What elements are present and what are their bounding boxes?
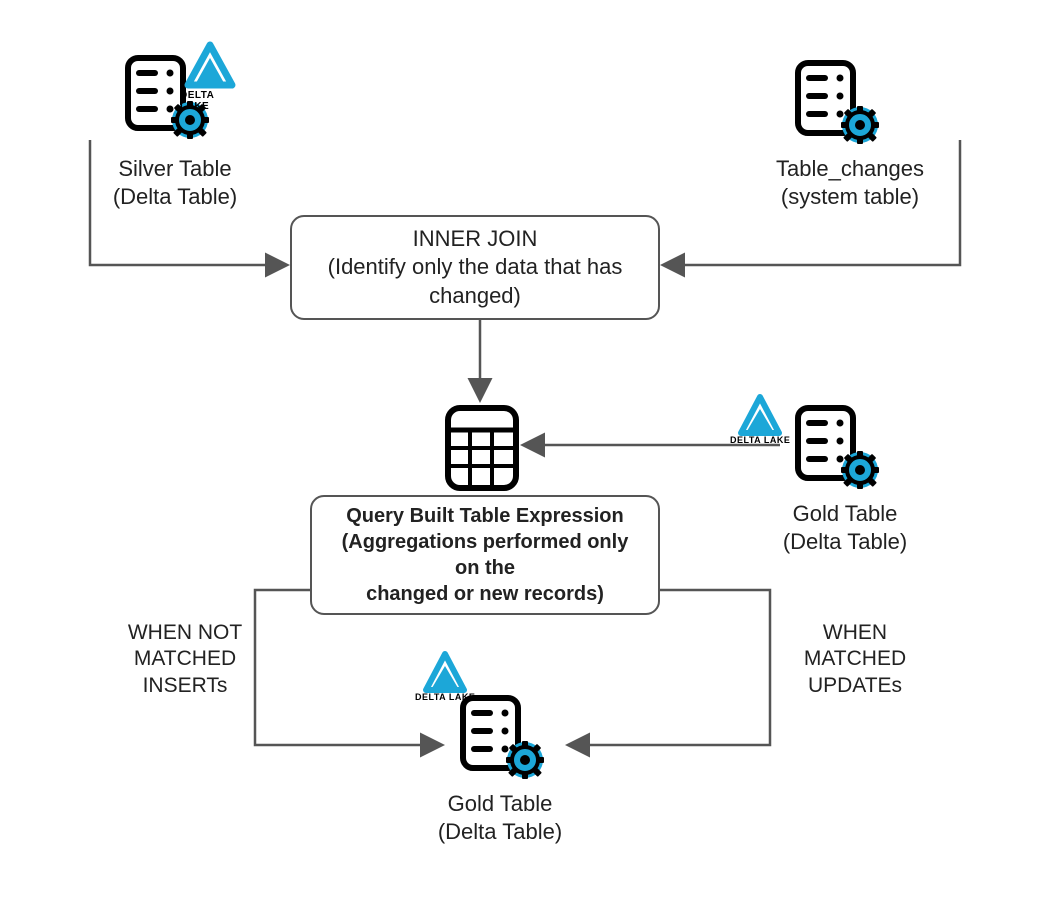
gold-table-source-label: Gold Table (Delta Table): [770, 500, 920, 555]
delta-lake-text: DELTA LAKE: [415, 692, 475, 702]
database-gear-icon: [790, 400, 885, 495]
database-gear-icon: [790, 55, 885, 150]
query-expression-box: Query Built Table Expression (Aggregatio…: [310, 495, 660, 615]
gold-table-sink-label: Gold Table (Delta Table): [420, 790, 580, 845]
silver-table-node: DELTA LAKE: [120, 50, 215, 150]
silver-table-label: Silver Table (Delta Table): [95, 155, 255, 210]
when-matched-label: WHEN MATCHED UPDATEs: [790, 620, 920, 699]
database-gear-icon: [455, 690, 550, 785]
gold-table-sink-node: DELTA LAKE: [455, 690, 550, 790]
delta-lake-text: DELTA LAKE: [730, 435, 790, 445]
table-changes-node: [790, 55, 885, 155]
result-table-icon: [440, 400, 525, 500]
gold-table-source-node: DELTA LAKE: [790, 400, 885, 500]
inner-join-box: INNER JOIN (Identify only the data that …: [290, 215, 660, 320]
delta-lake-text: DELTA LAKE: [180, 90, 215, 112]
when-not-matched-label: WHEN NOT MATCHED INSERTs: [115, 620, 255, 699]
table-changes-label: Table_changes (system table): [760, 155, 940, 210]
